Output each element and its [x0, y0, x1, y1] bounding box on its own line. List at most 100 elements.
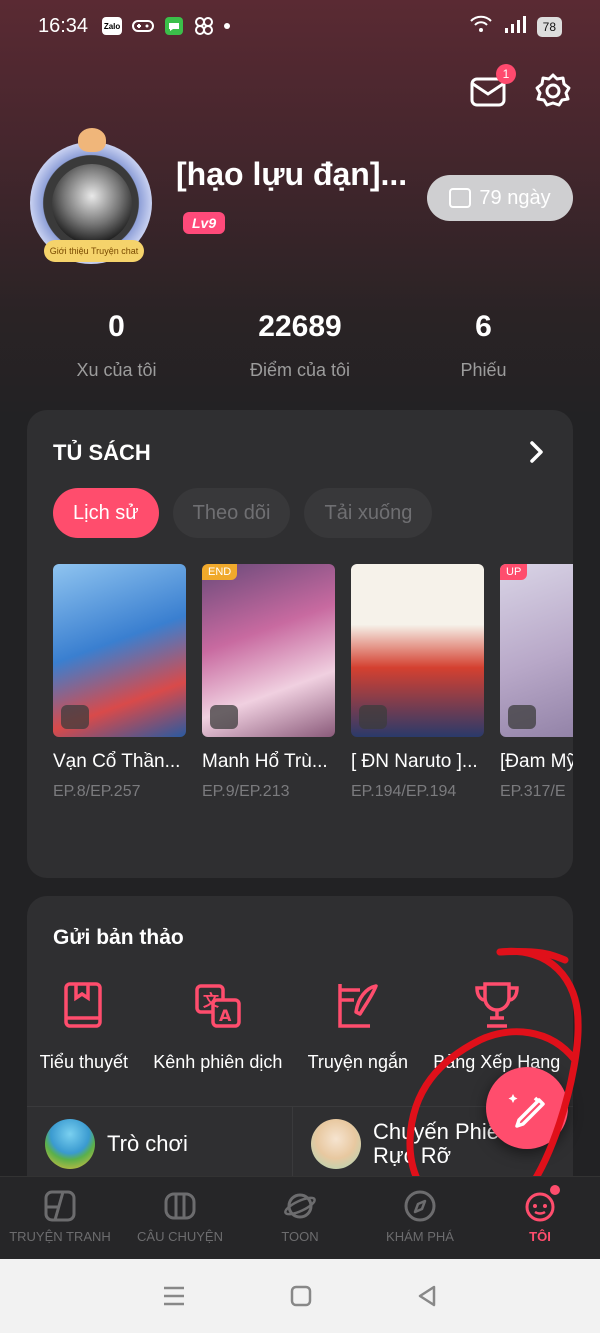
back-icon[interactable]: [415, 1284, 439, 1308]
extra-label: Trò chơi: [107, 1131, 188, 1156]
comic-type-icon: [61, 705, 89, 729]
bottom-nav: TRUYỆN TRANH CÂU CHUYỆN TOON KHÁM PHÁ TÔ…: [0, 1176, 600, 1259]
pencil-icon: [508, 1094, 545, 1128]
chat-type-icon: [359, 705, 387, 729]
stat-coins[interactable]: 0 Xu của tôi: [0, 310, 233, 381]
signal-icon: [503, 14, 527, 40]
wifi-icon: [469, 14, 493, 40]
svg-text:A: A: [219, 1006, 232, 1025]
library-tabs: Lịch sử Theo dõi Tải xuống: [53, 488, 433, 538]
nav-explore[interactable]: KHÁM PHÁ: [360, 1177, 480, 1259]
book-title: Vạn Cổ Thần...: [53, 751, 181, 772]
book-item[interactable]: Vạn Cổ Thần... EP.8/EP.257: [53, 564, 186, 801]
book-episode: EP.9/EP.213: [202, 783, 290, 800]
game-thumb-icon: [45, 1119, 95, 1169]
stat-value: 0: [108, 310, 125, 343]
write-fab-button[interactable]: [486, 1067, 568, 1149]
level-badge: Lv9: [183, 212, 226, 234]
gamepad-icon: [132, 18, 155, 34]
book-episode: EP.317/E: [500, 783, 566, 800]
translate-icon: 文A: [195, 984, 241, 1028]
menu-icon[interactable]: [161, 1285, 187, 1307]
book-list: Vạn Cổ Thần... EP.8/EP.257 END Manh Hổ T…: [53, 564, 573, 801]
up-tag: UP: [500, 564, 528, 580]
nav-label: TÔI: [529, 1229, 551, 1244]
quill-icon: [338, 984, 378, 1028]
stat-tickets[interactable]: 6 Phiếu: [367, 310, 600, 381]
nav-comics[interactable]: TRUYỆN TRANH: [0, 1177, 120, 1259]
book-item[interactable]: UP [Đam Mỹ EP.317/E: [500, 564, 573, 801]
stats-row: 0 Xu của tôi 22689 Điểm của tôi 6 Phiếu: [0, 310, 600, 381]
book-cover: UP: [500, 564, 573, 737]
nav-label: TRUYỆN TRANH: [9, 1229, 111, 1244]
book-item[interactable]: END Manh Hổ Trù... EP.9/EP.213: [202, 564, 335, 801]
book-cover: [351, 564, 484, 737]
book-episode: EP.8/EP.257: [53, 783, 141, 800]
games-entry[interactable]: Trò chơi: [27, 1107, 293, 1181]
tool-short-story[interactable]: Truyện ngắn: [308, 980, 408, 1073]
compass-icon: [404, 1190, 436, 1222]
stat-label: Phiếu: [460, 360, 507, 380]
settings-icon: [535, 73, 571, 107]
submit-title: Gửi bản thảo: [53, 926, 184, 949]
avatar-caption: Giới thiệu Truyện chat: [44, 240, 144, 262]
mail-button[interactable]: 1: [470, 64, 516, 110]
tool-label: Truyện ngắn: [307, 1052, 408, 1072]
comic-type-icon: [210, 705, 238, 729]
book-cover: END: [202, 564, 335, 737]
book-title: [ ĐN Naruto ]...: [351, 751, 478, 772]
book-title: [Đam Mỹ: [500, 751, 573, 772]
book-episode: EP.194/EP.194: [351, 783, 457, 800]
stat-value: 6: [475, 310, 492, 343]
avatar[interactable]: Giới thiệu Truyện chat: [22, 128, 162, 268]
stat-points[interactable]: 22689 Điểm của tôi: [233, 310, 367, 381]
tab-history[interactable]: Lịch sử: [53, 488, 159, 538]
days-label: 79 ngày: [479, 186, 551, 209]
zalo-icon: Zalo: [102, 17, 123, 35]
nav-label: CÂU CHUYỆN: [137, 1229, 223, 1244]
status-bar: 16:34 Zalo 78: [0, 0, 600, 52]
calendar-icon: [449, 188, 472, 208]
nav-stories[interactable]: CÂU CHUYỆN: [120, 1177, 240, 1259]
nav-toon[interactable]: TOON: [240, 1177, 360, 1259]
svg-text:文: 文: [203, 991, 220, 1010]
book-icon: [64, 982, 102, 1028]
stat-label: Điểm của tôi: [249, 360, 351, 380]
avatar-image: [52, 164, 132, 244]
nav-me[interactable]: TÔI: [480, 1177, 600, 1259]
notification-dot: [550, 1185, 560, 1195]
home-icon[interactable]: [289, 1284, 313, 1308]
tool-translate[interactable]: 文A Kênh phiên dịch: [153, 980, 282, 1073]
cat-girl-thumb-icon: [311, 1119, 361, 1169]
header-actions: 1: [470, 64, 572, 110]
book-cover: [53, 564, 186, 737]
planet-icon: [284, 1193, 316, 1219]
stat-value: 22689: [258, 310, 342, 343]
comic-icon: [44, 1190, 76, 1222]
stat-label: Xu của tôi: [76, 360, 157, 380]
app-icon: [194, 16, 214, 36]
settings-button[interactable]: [534, 72, 572, 110]
status-right: 78: [469, 14, 562, 40]
trophy-icon: [475, 982, 519, 1028]
checkin-days-button[interactable]: 79 ngày: [427, 175, 573, 221]
tab-following[interactable]: Theo dõi: [172, 488, 291, 538]
username[interactable]: [hạo lựu đạn]...: [176, 156, 407, 193]
bear-ornament-icon: [78, 128, 106, 152]
tool-label: Tiểu thuyết: [39, 1052, 128, 1072]
tool-ranking[interactable]: Bảng Xếp Hạng: [433, 980, 560, 1073]
battery-indicator: 78: [536, 17, 562, 37]
tab-downloads[interactable]: Tải xuống: [304, 488, 433, 538]
book-item[interactable]: [ ĐN Naruto ]... EP.194/EP.194: [351, 564, 484, 801]
clock: 16:34: [38, 14, 89, 37]
chat-type-icon: [508, 705, 536, 729]
library-card: TỦ SÁCH Lịch sử Theo dõi Tải xuống Vạn C…: [27, 410, 573, 878]
nav-label: TOON: [281, 1229, 319, 1244]
tool-novel[interactable]: Tiểu thuyết: [40, 980, 128, 1073]
chevron-right-icon[interactable]: [527, 440, 547, 464]
messages-icon: [164, 16, 184, 36]
notification-dot: [224, 23, 231, 29]
nav-label: KHÁM PHÁ: [386, 1229, 454, 1244]
tool-label: Kênh phiên dịch: [153, 1052, 283, 1072]
book-title: Manh Hổ Trù...: [202, 751, 328, 772]
